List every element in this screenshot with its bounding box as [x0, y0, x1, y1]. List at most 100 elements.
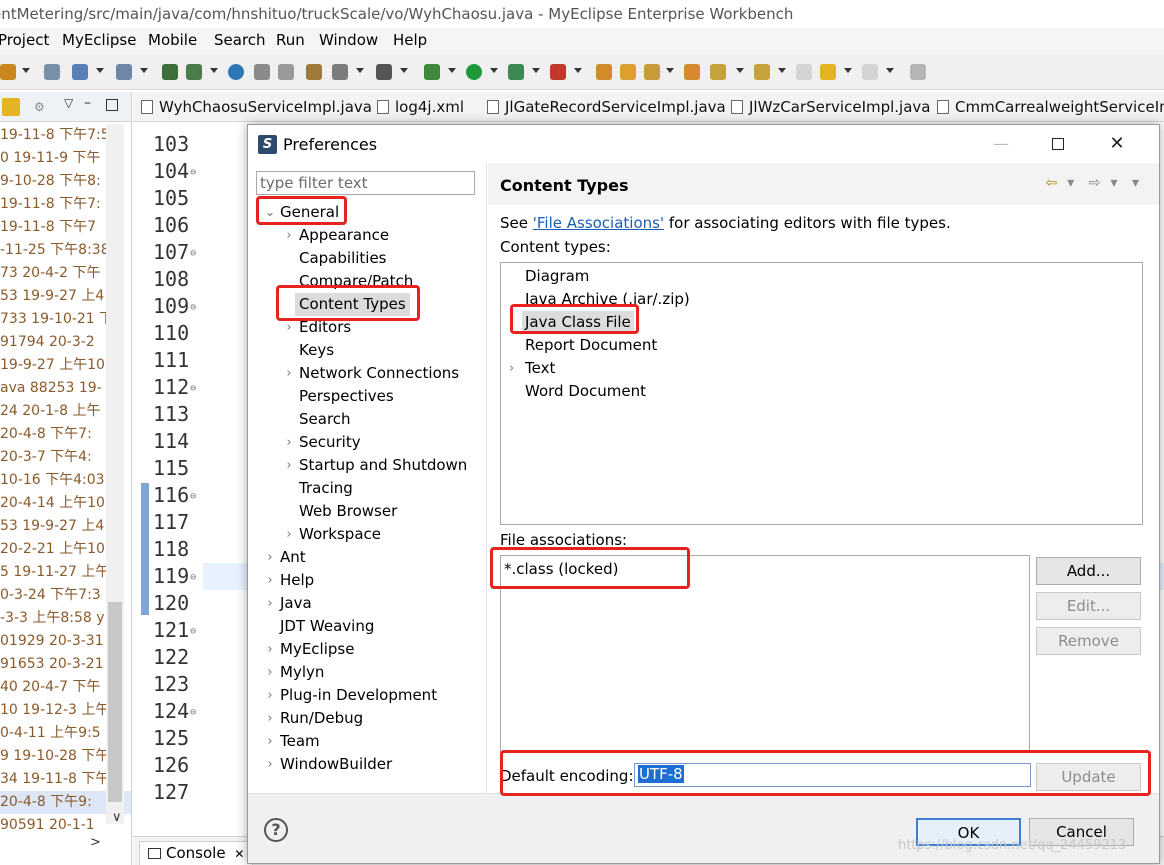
globe-icon[interactable]	[228, 64, 244, 80]
forward-icon[interactable]: ⇨	[1089, 175, 1101, 191]
tree-item-compare-patch[interactable]: Compare/Patch	[299, 270, 413, 293]
tree-item-security[interactable]: Security	[299, 431, 361, 454]
tree-item-capabilities[interactable]: Capabilities	[299, 247, 387, 270]
content-type-item[interactable]: Word Document	[525, 380, 646, 403]
toolbar-icon[interactable]	[910, 64, 926, 80]
console-tab[interactable]: Console ✕	[139, 841, 254, 865]
chevron-right-icon[interactable]: ›	[264, 661, 276, 684]
editor-tab[interactable]: WyhChaosuServiceImpl.java	[141, 98, 372, 116]
toolbar-icon[interactable]	[116, 64, 132, 80]
chevron-right-icon[interactable]: ›	[283, 362, 295, 385]
back-disabled-icon[interactable]	[796, 64, 812, 80]
tree-item-myeclipse[interactable]: MyEclipse	[280, 638, 354, 661]
toolbar-icon[interactable]	[710, 64, 726, 80]
editor-tab[interactable]: JlWzCarServiceImpl.java	[731, 98, 931, 116]
tree-item-workspace[interactable]: Workspace	[299, 523, 381, 546]
menu-window[interactable]: Window	[319, 31, 378, 49]
dropdown-arrow-icon[interactable]	[778, 68, 786, 73]
maximize-icon[interactable]	[1035, 131, 1081, 157]
chevron-right-icon[interactable]: ›	[283, 431, 295, 454]
tree-item-network-connections[interactable]: Network Connections	[299, 362, 459, 385]
dropdown-arrow-icon[interactable]	[96, 68, 104, 73]
fold-icon[interactable]: ⊖	[190, 572, 196, 583]
menu-run[interactable]: Run	[276, 31, 305, 49]
chevron-right-icon[interactable]: ›	[509, 357, 514, 380]
dropdown-arrow-icon[interactable]	[666, 68, 674, 73]
file-associations-link[interactable]: 'File Associations'	[533, 214, 664, 232]
fold-icon[interactable]: ⊖	[190, 707, 196, 718]
toolbar-icon[interactable]	[550, 64, 566, 80]
dropdown-arrow-icon[interactable]	[886, 68, 894, 73]
dropdown-arrow-icon[interactable]	[844, 68, 852, 73]
tree-item-plug-in-development[interactable]: Plug-in Development	[280, 684, 437, 707]
close-icon[interactable]: ✕	[234, 847, 244, 861]
tree-item-run-debug[interactable]: Run/Debug	[280, 707, 363, 730]
run-icon[interactable]	[466, 64, 482, 80]
minimize-icon[interactable]: –	[84, 95, 91, 111]
content-types-tree[interactable]: Diagram Java Archive (.jar/.zip) Java Clas…	[500, 262, 1143, 525]
pane-divider[interactable]	[486, 163, 487, 793]
chevron-right-icon[interactable]: ›	[283, 523, 295, 546]
fold-icon[interactable]: ⊖	[190, 626, 196, 637]
toolbar-icon[interactable]	[162, 64, 178, 80]
update-button[interactable]: Update	[1036, 763, 1141, 791]
chevron-right-icon[interactable]: ›	[264, 546, 276, 569]
tree-item-keys[interactable]: Keys	[299, 339, 334, 362]
menu-search[interactable]: Search	[214, 31, 266, 49]
fold-icon[interactable]: ⊖	[190, 302, 196, 313]
toolbar-icon[interactable]	[72, 64, 88, 80]
toolbar-icon[interactable]	[754, 64, 770, 80]
tree-item-startup-and-shutdown[interactable]: Startup and Shutdown	[299, 454, 467, 477]
dropdown-arrow-icon[interactable]	[736, 68, 744, 73]
tree-item-ant[interactable]: Ant	[280, 546, 306, 569]
toolbar-icon[interactable]	[186, 64, 202, 80]
content-type-item[interactable]: Report Document	[525, 334, 657, 357]
tree-item-editors[interactable]: Editors	[299, 316, 351, 339]
chevron-right-icon[interactable]: ›	[264, 684, 276, 707]
toolbar-icon[interactable]	[0, 64, 16, 80]
editor-tab[interactable]: JlGateRecordServiceImpl.java	[487, 98, 726, 116]
chevron-down-icon[interactable]: ▾	[1110, 175, 1117, 191]
tree-item-java[interactable]: Java	[280, 592, 312, 615]
close-icon[interactable]: ✕	[1094, 131, 1140, 157]
toolbar-icon[interactable]	[44, 64, 60, 80]
forward-icon[interactable]	[862, 64, 878, 80]
camera-icon[interactable]	[376, 64, 392, 80]
tree-item-appearance[interactable]: Appearance	[299, 224, 389, 247]
toolbar-icon[interactable]	[508, 64, 524, 80]
fold-icon[interactable]: ⊖	[190, 248, 196, 259]
file-associations-list[interactable]: *.class (locked)	[500, 555, 1030, 753]
view-menu-icon[interactable]: ▾	[1132, 175, 1139, 191]
chevron-right-icon[interactable]: ›	[283, 316, 295, 339]
menu-mobile[interactable]: Mobile	[148, 31, 197, 49]
toolbar-icon[interactable]	[644, 64, 660, 80]
toolbar-icon[interactable]	[306, 64, 322, 80]
scrollbar-thumb[interactable]	[108, 602, 122, 802]
editor-tab[interactable]: log4j.xml	[377, 98, 464, 116]
tree-item-windowbuilder[interactable]: WindowBuilder	[280, 753, 392, 776]
menu-project[interactable]: Project	[0, 31, 49, 49]
tree-item-content-types[interactable]: Content Types	[295, 293, 410, 316]
scroll-right-icon[interactable]: >	[90, 835, 101, 850]
fold-icon[interactable]: ⊖	[190, 491, 196, 502]
tree-item-search[interactable]: Search	[299, 408, 351, 431]
chevron-right-icon[interactable]: ›	[264, 569, 276, 592]
dropdown-arrow-icon[interactable]	[140, 68, 148, 73]
chevron-right-icon[interactable]: ›	[283, 224, 295, 247]
add-button[interactable]: Add...	[1036, 557, 1141, 585]
list-item[interactable]: *.class (locked)	[504, 558, 618, 581]
chevron-down-icon[interactable]: ⌄	[264, 201, 276, 224]
scroll-down-icon[interactable]: ∨	[112, 810, 122, 825]
edit-button[interactable]: Edit...	[1036, 592, 1141, 620]
back-icon[interactable]	[820, 64, 836, 80]
dropdown-arrow-icon[interactable]	[210, 68, 218, 73]
tree-item-tracing[interactable]: Tracing	[299, 477, 353, 500]
toolbar-icon[interactable]	[332, 64, 348, 80]
tree-item-jdt-weaving[interactable]: JDT Weaving	[280, 615, 374, 638]
menu-help[interactable]: Help	[393, 31, 427, 49]
default-encoding-input[interactable]: UTF-8	[634, 763, 1031, 787]
chevron-down-icon[interactable]: ▾	[1067, 175, 1074, 191]
chevron-right-icon[interactable]: ›	[264, 707, 276, 730]
tree-item-team[interactable]: Team	[280, 730, 320, 753]
tree-item-general[interactable]: General	[280, 201, 339, 224]
